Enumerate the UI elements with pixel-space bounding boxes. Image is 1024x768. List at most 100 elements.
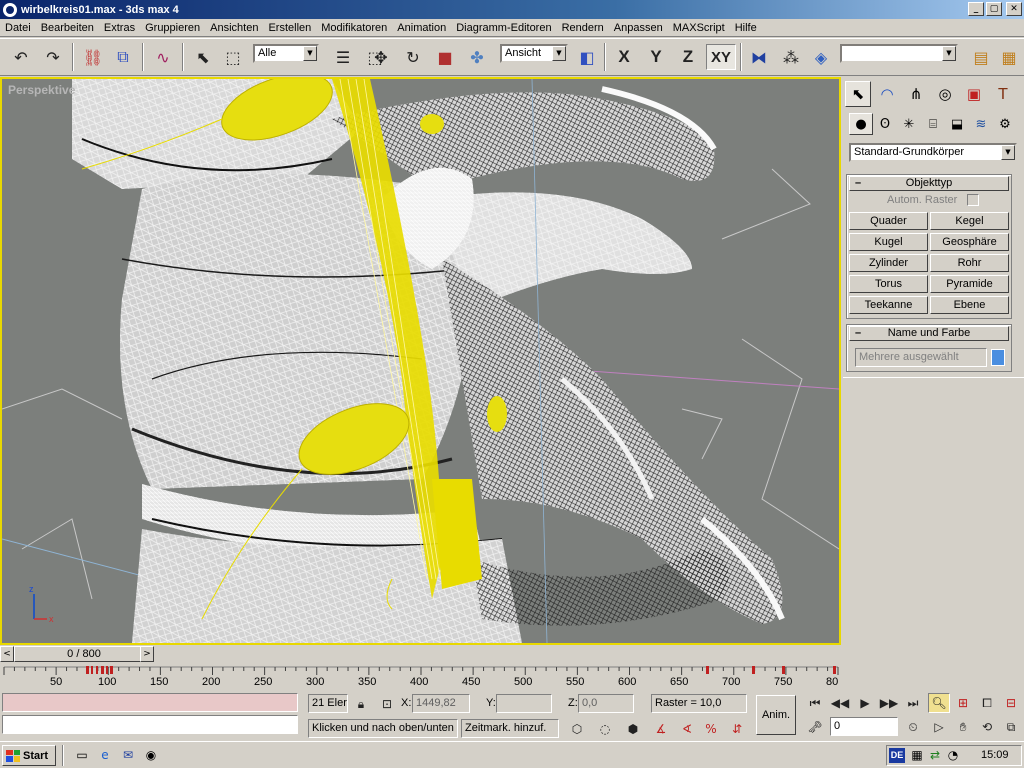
- schematic-view-icon[interactable]: ▦: [996, 44, 1022, 70]
- kegel-button[interactable]: Kegel: [930, 212, 1009, 230]
- region-select-icon[interactable]: ⬚: [220, 44, 246, 70]
- ebene-button[interactable]: Ebene: [930, 296, 1009, 314]
- menu-modifikatoren[interactable]: Modifikatoren: [316, 22, 392, 34]
- menu-maxscript[interactable]: MAXScript: [668, 22, 730, 34]
- degradation-override-icon[interactable]: ◌: [594, 719, 616, 739]
- maximize-viewport-icon[interactable]: ⧉: [1000, 717, 1022, 737]
- align-icon[interactable]: ◈: [808, 44, 834, 70]
- percent-snap-icon[interactable]: %: [700, 719, 722, 739]
- rohr-button[interactable]: Rohr: [930, 254, 1009, 272]
- zoom-icon[interactable]: 🔍︎: [928, 693, 950, 713]
- menu-ansichten[interactable]: Ansichten: [205, 22, 263, 34]
- restrict-z-button[interactable]: Z: [675, 44, 701, 70]
- language-indicator[interactable]: DE: [889, 748, 905, 763]
- next-frame-icon[interactable]: ▶▶: [878, 693, 900, 713]
- reference-coordinate-dropdown[interactable]: Ansicht ▼: [500, 44, 568, 63]
- zoom-extents-icon[interactable]: ⧠: [976, 693, 998, 713]
- menu-anpassen[interactable]: Anpassen: [609, 22, 668, 34]
- helpers-icon[interactable]: ⬓: [945, 113, 969, 135]
- time-slider[interactable]: < 0 / 800 >: [0, 646, 841, 662]
- name-und-farbe-rollout-header[interactable]: – Name und Farbe: [849, 326, 1009, 341]
- box-icon[interactable]: ⬢: [622, 719, 644, 739]
- display-tab-icon[interactable]: ▣: [961, 81, 987, 107]
- torus-button[interactable]: Torus: [849, 275, 928, 293]
- shapes-icon[interactable]: ʘ: [873, 113, 897, 135]
- menu-animation[interactable]: Animation: [392, 22, 451, 34]
- outlook-express-icon[interactable]: ✉: [118, 746, 138, 764]
- time-prev-button[interactable]: <: [0, 646, 14, 662]
- pivot-center-icon[interactable]: ◧: [574, 44, 600, 70]
- snap-3d-icon[interactable]: ∡: [650, 719, 672, 739]
- 3dsmax-taskbar-icon[interactable]: ◉: [141, 746, 161, 764]
- lights-icon[interactable]: ✳: [897, 113, 921, 135]
- undo-icon[interactable]: ↶: [8, 44, 34, 70]
- tray-app-icon[interactable]: ▦: [907, 746, 927, 764]
- add-time-tag[interactable]: Zeitmark. hinzuf.: [461, 719, 559, 738]
- motion-tab-icon[interactable]: ◎: [932, 81, 958, 107]
- menu-datei[interactable]: Datei: [0, 22, 36, 34]
- menu-erstellen[interactable]: Erstellen: [263, 22, 316, 34]
- go-to-start-icon[interactable]: ⏮: [804, 693, 826, 713]
- network-icon[interactable]: ⇄: [925, 746, 945, 764]
- pan-icon[interactable]: ✋︎: [952, 717, 974, 737]
- array-icon[interactable]: ⁂: [778, 44, 804, 70]
- close-button[interactable]: ✕: [1006, 2, 1022, 16]
- pyramide-button[interactable]: Pyramide: [930, 275, 1009, 293]
- app-icon[interactable]: [3, 2, 17, 17]
- mirror-icon[interactable]: ⧓: [746, 44, 772, 70]
- show-desktop-icon[interactable]: ▭: [72, 746, 92, 764]
- absolute-mode-icon[interactable]: ⊡: [376, 694, 398, 714]
- systems-icon[interactable]: ⚙: [993, 113, 1017, 135]
- time-slider-thumb[interactable]: 0 / 800: [14, 646, 154, 662]
- scale-icon[interactable]: ■: [432, 44, 458, 70]
- hierarchy-tab-icon[interactable]: ⋔: [903, 81, 929, 107]
- start-button[interactable]: Start: [2, 745, 56, 766]
- manipulate-icon[interactable]: ✤: [464, 44, 490, 70]
- zoom-extents-all-icon[interactable]: ⊟: [1000, 693, 1022, 713]
- kugel-button[interactable]: Kugel: [849, 233, 928, 251]
- geometry-icon[interactable]: ●: [849, 113, 873, 135]
- current-frame-field[interactable]: 0: [830, 717, 898, 736]
- previous-frame-icon[interactable]: ◀◀: [829, 693, 851, 713]
- field-of-view-icon[interactable]: ▷: [928, 717, 950, 737]
- menu-diagramm-editoren[interactable]: Diagramm-Editoren: [451, 22, 556, 34]
- menu-hilfe[interactable]: Hilfe: [730, 22, 762, 34]
- redo-icon[interactable]: ↷: [40, 44, 66, 70]
- bind-space-warp-icon[interactable]: ∿: [150, 44, 176, 70]
- named-selection-dropdown[interactable]: ▼: [840, 44, 958, 63]
- perspective-viewport[interactable]: z x Perspektive: [0, 77, 841, 645]
- angle-snap-icon[interactable]: ∢: [676, 719, 698, 739]
- menu-extras[interactable]: Extras: [99, 22, 140, 34]
- maximize-button[interactable]: ▢: [986, 2, 1002, 16]
- spinner-snap-icon[interactable]: ⇵: [726, 719, 748, 739]
- unlink-icon[interactable]: ⧉: [110, 44, 136, 70]
- move-icon[interactable]: ✥: [368, 44, 394, 70]
- geosphaere-button[interactable]: Geosphäre: [930, 233, 1009, 251]
- category-dropdown[interactable]: Standard-Grundkörper ▼: [849, 143, 1017, 162]
- restrict-xy-button[interactable]: XY: [706, 44, 736, 70]
- maxscript-listener-field[interactable]: [2, 693, 298, 712]
- cameras-icon[interactable]: ⌸: [921, 113, 945, 135]
- menu-rendern[interactable]: Rendern: [557, 22, 609, 34]
- zylinder-button[interactable]: Zylinder: [849, 254, 928, 272]
- y-coordinate-field[interactable]: [496, 694, 552, 713]
- modify-tab-icon[interactable]: ◠: [874, 81, 900, 107]
- window-crossing-icon[interactable]: ⬡: [566, 719, 588, 739]
- create-tab-icon[interactable]: ⬉: [845, 81, 871, 107]
- volume-icon[interactable]: ◔: [943, 746, 963, 764]
- autogrid-checkbox[interactable]: [967, 194, 979, 206]
- internet-explorer-icon[interactable]: e: [95, 746, 115, 764]
- arc-rotate-icon[interactable]: ⟲: [976, 717, 998, 737]
- object-color-swatch[interactable]: [991, 349, 1005, 366]
- object-name-field[interactable]: Mehrere ausgewählt: [855, 348, 987, 367]
- utilities-tab-icon[interactable]: T: [990, 81, 1016, 107]
- restrict-x-button[interactable]: X: [611, 44, 637, 70]
- menu-bearbeiten[interactable]: Bearbeiten: [36, 22, 99, 34]
- objekttyp-rollout-header[interactable]: – Objekttyp: [849, 176, 1009, 191]
- animate-button[interactable]: Anim.: [756, 695, 796, 735]
- lock-selection-icon[interactable]: 🔒︎: [350, 694, 372, 714]
- x-coordinate-field[interactable]: 1449,82: [412, 694, 470, 713]
- maxscript-input-field[interactable]: [2, 715, 298, 734]
- time-next-button[interactable]: >: [140, 646, 154, 662]
- selection-filter-dropdown[interactable]: Alle ▼: [253, 44, 319, 63]
